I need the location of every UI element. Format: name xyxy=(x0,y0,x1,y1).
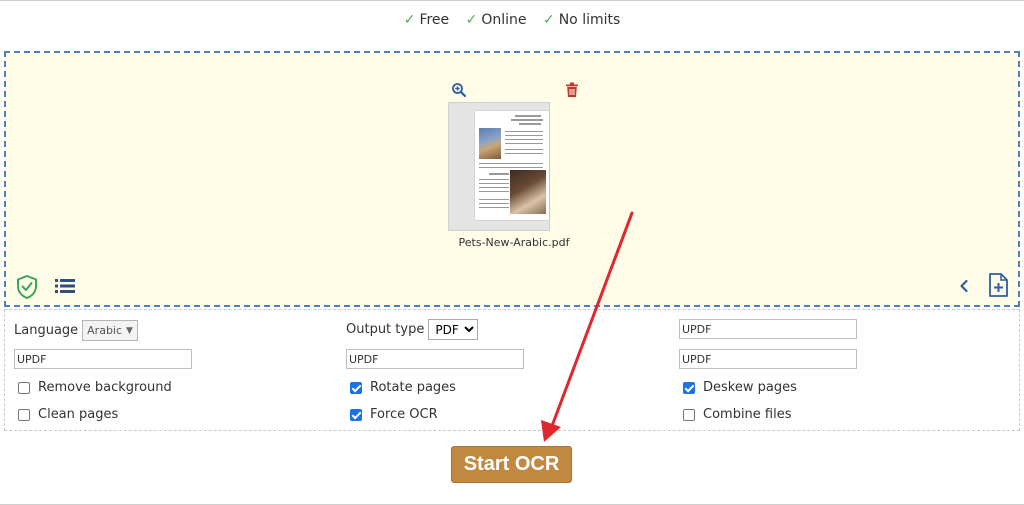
trash-icon[interactable] xyxy=(565,82,579,102)
checkbox-box[interactable] xyxy=(18,408,30,421)
pdf-page-preview xyxy=(475,111,549,220)
checkbox-box[interactable] xyxy=(683,381,695,394)
language-label: Language xyxy=(14,323,79,338)
feature-free: ✓ Free xyxy=(403,12,450,28)
thumbnail-tools xyxy=(451,82,579,102)
remove-background-checkbox[interactable]: Remove background xyxy=(18,380,172,395)
add-file-icon[interactable] xyxy=(988,273,1008,301)
checkbox-box[interactable] xyxy=(683,408,695,421)
check-icon: ✓ xyxy=(465,12,478,28)
text-field-4[interactable] xyxy=(679,349,857,369)
feature-online: ✓ Online xyxy=(465,12,527,28)
rotate-pages-checkbox[interactable]: Rotate pages xyxy=(350,380,456,395)
file-name: Pets-New-Arabic.pdf xyxy=(458,236,570,249)
language-option: Language Arabic ▼ xyxy=(14,320,138,341)
file-thumbnail[interactable] xyxy=(448,102,550,231)
deskew-pages-checkbox[interactable]: Deskew pages xyxy=(683,380,797,395)
text-field-1[interactable] xyxy=(679,319,857,339)
output-type-select[interactable]: PDF xyxy=(428,319,479,340)
cat-photo xyxy=(479,128,501,159)
feature-list: ✓ Free ✓ Online ✓ No limits xyxy=(0,12,1024,28)
shield-check-icon xyxy=(16,274,38,303)
output-type-option: Output type PDF xyxy=(346,319,479,340)
checkbox-box[interactable] xyxy=(18,381,30,394)
language-select[interactable]: Arabic ▼ xyxy=(82,320,138,341)
output-type-label: Output type xyxy=(346,322,425,337)
file-drop-zone[interactable]: Pets-New-Arabic.pdf xyxy=(4,51,1020,307)
start-ocr-button[interactable]: Start OCR xyxy=(451,446,572,483)
feature-no-limits: ✓ No limits xyxy=(542,12,621,28)
check-icon: ✓ xyxy=(542,12,555,28)
dog-photo xyxy=(510,170,546,214)
clean-pages-checkbox[interactable]: Clean pages xyxy=(18,407,118,422)
text-field-3[interactable] xyxy=(346,349,524,369)
zoom-in-icon[interactable] xyxy=(451,82,467,102)
caret-down-icon: ▼ xyxy=(126,325,133,336)
combine-files-checkbox[interactable]: Combine files xyxy=(683,407,792,422)
force-ocr-checkbox[interactable]: Force OCR xyxy=(350,407,438,422)
checkbox-box[interactable] xyxy=(350,408,362,421)
text-field-2[interactable] xyxy=(14,349,192,369)
top-divider xyxy=(0,0,1024,1)
list-icon[interactable] xyxy=(55,278,75,298)
check-icon: ✓ xyxy=(403,12,416,28)
chevron-left-icon[interactable] xyxy=(958,278,970,297)
checkbox-box[interactable] xyxy=(350,381,362,394)
ocr-options-panel: Language Arabic▼ Output type PDF Remove … xyxy=(4,309,1020,431)
